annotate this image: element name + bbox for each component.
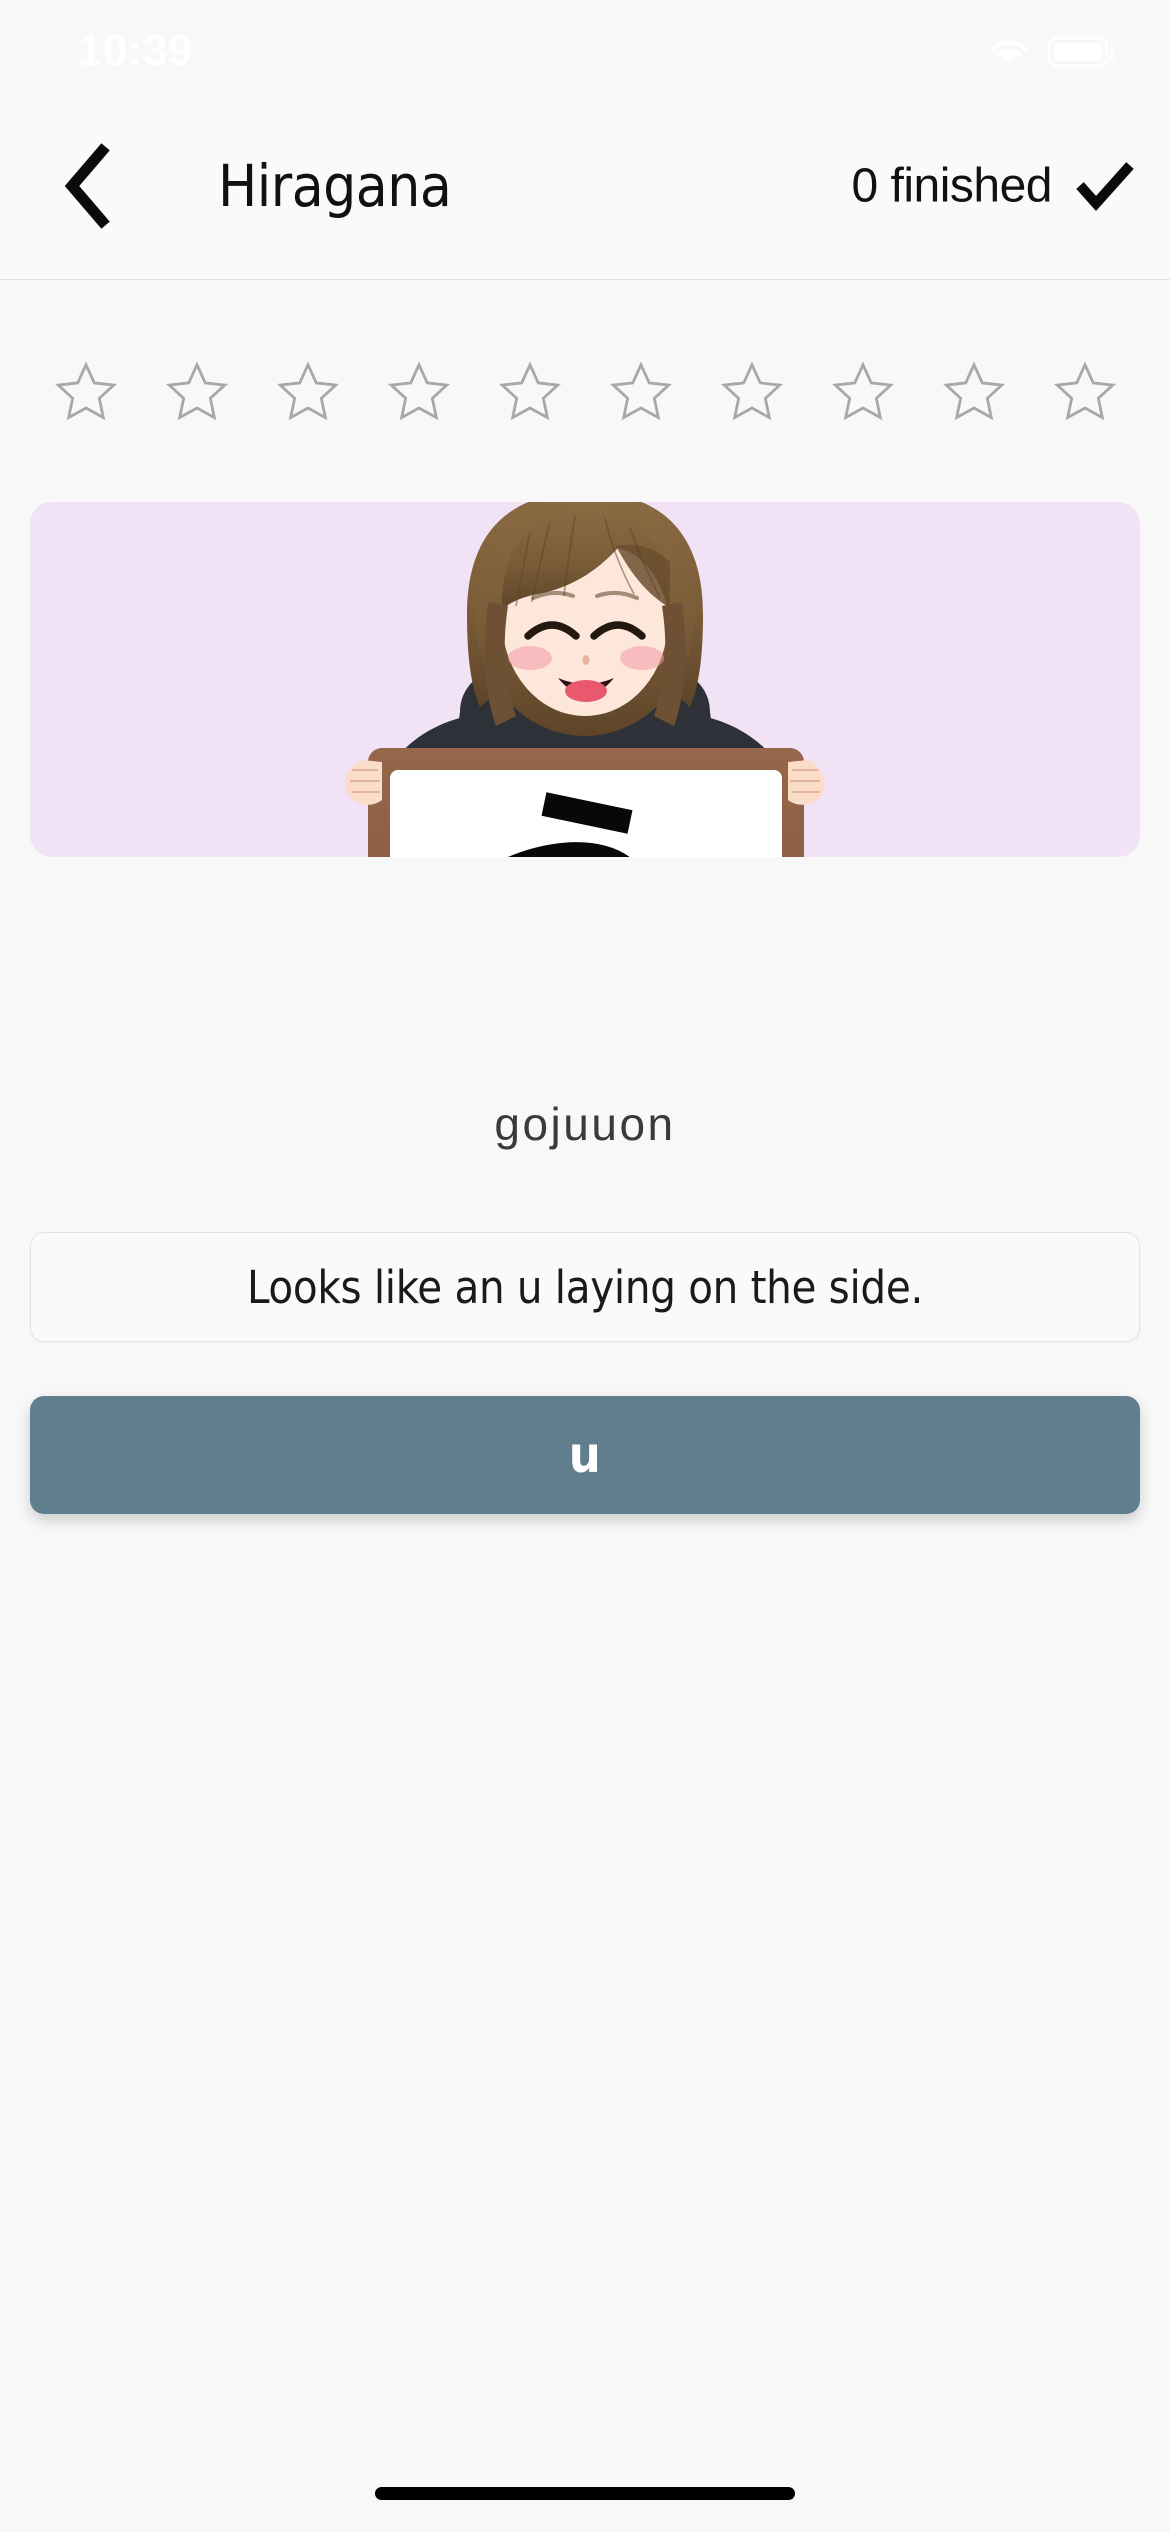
star-item[interactable] [141,360,252,424]
flashcard-illustration-card[interactable] [30,502,1140,857]
star-outline-icon [165,361,228,421]
star-item[interactable] [918,360,1029,424]
anime-girl-holding-whiteboard-illustration [30,502,1140,857]
star-item[interactable] [696,360,807,424]
page-title: Hiragana [218,151,452,220]
star-outline-icon [609,361,672,421]
battery-fill [1054,43,1102,61]
star-item[interactable] [474,360,585,424]
star-item[interactable] [585,360,696,424]
star-outline-icon [498,361,561,421]
status-bar-indicators [988,36,1114,68]
app-screen: 10:39 Hiragana 0 finished gojuuon Looks … [0,0,1170,2532]
finished-status[interactable]: 0 finished [852,158,1136,213]
finished-count-label: 0 finished [851,159,1053,212]
star-item[interactable] [252,360,363,424]
answer-button-label: u [568,1426,602,1484]
chevron-left-icon [64,142,110,229]
back-button[interactable] [42,141,132,231]
home-indicator[interactable] [375,2487,795,2500]
star-item[interactable] [807,360,918,424]
status-bar-clock: 10:39 [78,26,194,75]
star-outline-icon [54,361,117,421]
star-item[interactable] [1029,360,1140,424]
star-outline-icon [831,361,894,421]
star-outline-icon [720,361,783,421]
star-item[interactable] [363,360,474,424]
star-progress-row [0,343,1170,441]
star-outline-icon [276,361,339,421]
mnemonic-hint-text: Looks like an u laying on the side. [246,1260,923,1314]
status-bar: 10:39 [0,0,1170,92]
answer-reveal-button[interactable]: u [30,1396,1140,1514]
star-outline-icon [387,361,450,421]
star-outline-icon [942,361,1005,421]
battery-icon [1048,37,1114,67]
wifi-icon [990,40,1028,64]
star-outline-icon [1053,361,1116,421]
navigation-bar: Hiragana 0 finished [0,92,1170,280]
flashcard-group-label: gojuuon [494,1098,676,1150]
check-icon [1076,162,1134,212]
star-item[interactable] [30,360,141,424]
mnemonic-hint-box[interactable]: Looks like an u laying on the side. [30,1232,1140,1342]
